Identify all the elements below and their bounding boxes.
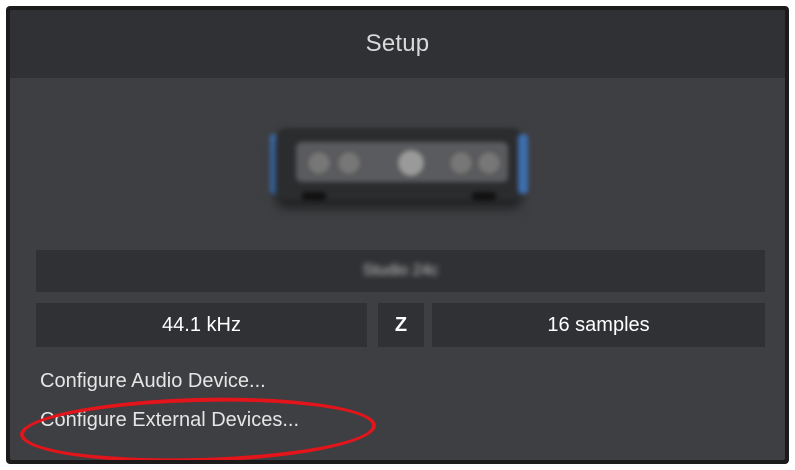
device-selector[interactable]: Studio 24c bbox=[36, 250, 765, 292]
configure-external-devices-link[interactable]: Configure External Devices... bbox=[40, 409, 299, 432]
title-bar: Setup bbox=[10, 10, 785, 78]
audio-interface-icon bbox=[270, 120, 528, 206]
z-mode-button[interactable]: Z bbox=[378, 303, 424, 347]
buffer-size-field[interactable]: 16 samples bbox=[432, 303, 765, 347]
sample-rate-field[interactable]: 44.1 kHz bbox=[36, 303, 367, 347]
device-name: Studio 24c bbox=[362, 262, 439, 279]
setup-panel: Setup Studio 24c 44.1 kHz Z 16 samples C… bbox=[10, 10, 785, 460]
configure-audio-device-link[interactable]: Configure Audio Device... bbox=[40, 370, 266, 393]
window-title: Setup bbox=[365, 30, 430, 57]
setup-window: Setup Studio 24c 44.1 kHz Z 16 samples C… bbox=[6, 6, 789, 464]
